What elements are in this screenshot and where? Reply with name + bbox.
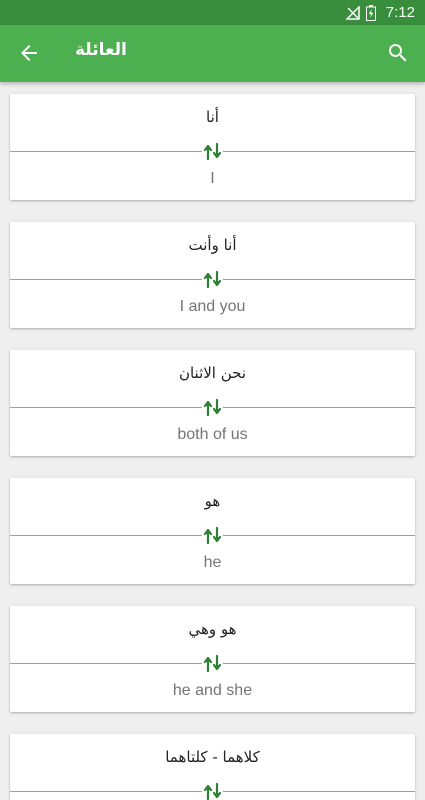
page-title: العائلة: [75, 40, 127, 60]
swap-vertical-icon[interactable]: [202, 653, 223, 674]
arabic-phrase: نحن الاثنان: [178, 364, 247, 382]
phrase-card[interactable]: نحن الاثنان both of us: [10, 350, 415, 456]
status-bar: 7:12: [0, 0, 425, 25]
arabic-phrase: هو: [204, 492, 221, 510]
english-translation: I: [210, 170, 215, 187]
arabic-phrase: كلاهما - كلتاهما: [165, 748, 260, 766]
phrase-card[interactable]: هو he: [10, 478, 415, 584]
english-translation: he and she: [172, 682, 253, 699]
swap-vertical-icon[interactable]: [202, 781, 223, 800]
swap-vertical-icon[interactable]: [202, 525, 223, 546]
phrase-card[interactable]: هو وهي he and she: [10, 606, 415, 712]
battery-charging-icon: [365, 4, 376, 21]
app-bar: العائلة: [0, 25, 425, 82]
arabic-phrase: أنا: [206, 108, 219, 126]
swap-vertical-icon[interactable]: [202, 397, 223, 418]
phrase-card[interactable]: كلاهما - كلتاهما: [10, 734, 415, 800]
search-icon[interactable]: [386, 41, 410, 65]
phrase-card[interactable]: أنا وأنت I and you: [10, 222, 415, 328]
swap-vertical-icon[interactable]: [202, 269, 223, 290]
english-translation: both of us: [177, 426, 248, 443]
english-translation: he: [203, 554, 222, 571]
swap-vertical-icon[interactable]: [202, 141, 223, 162]
arabic-phrase: أنا وأنت: [188, 236, 237, 254]
status-time: 7:12: [385, 4, 415, 21]
arrow-back-icon[interactable]: [17, 41, 41, 65]
phrase-list[interactable]: أنا I أنا وأنت I and you نحن الاثنان bot…: [0, 82, 425, 800]
arabic-phrase: هو وهي: [188, 620, 237, 638]
no-signal-icon: [345, 5, 360, 20]
english-translation: I and you: [179, 298, 246, 315]
phrase-card[interactable]: أنا I: [10, 94, 415, 200]
